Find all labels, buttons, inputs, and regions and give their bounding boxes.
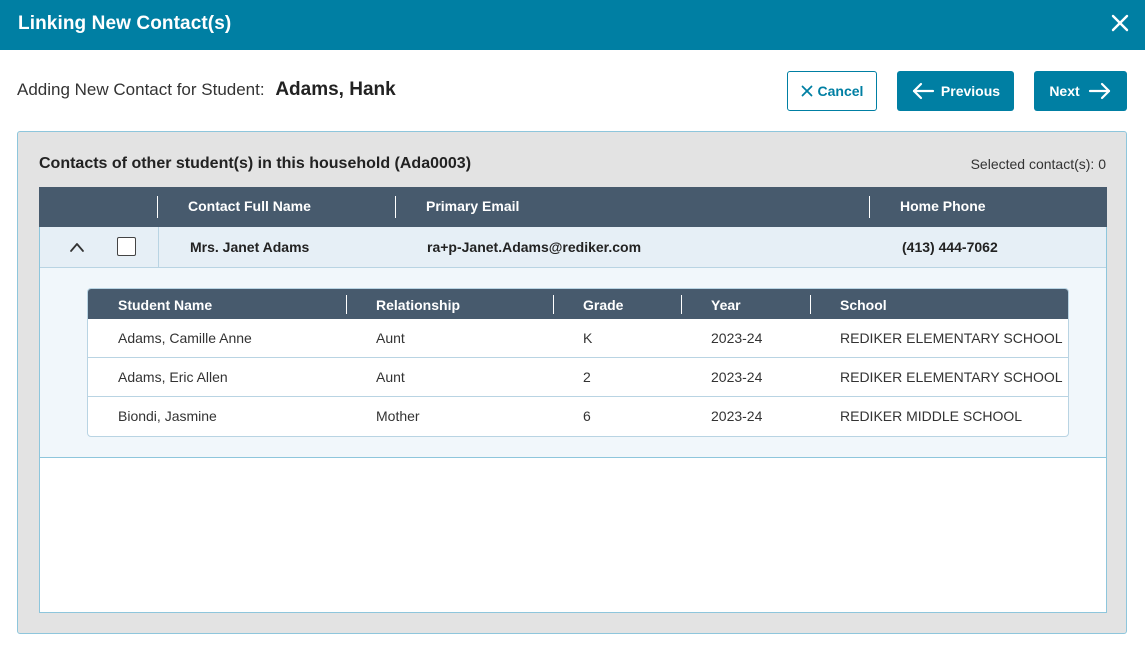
grade-cell: 6 (583, 408, 591, 424)
panel-title: Contacts of other student(s) in this hou… (39, 155, 472, 172)
contacts-grid-header: Contact Full Name Primary Email Home Pho… (39, 187, 1107, 227)
school-cell: REDIKER ELEMENTARY SCHOOL (840, 330, 1063, 346)
relationship-cell: Aunt (376, 330, 405, 346)
column-header-contact-name[interactable]: Contact Full Name (188, 198, 311, 214)
close-icon[interactable] (1109, 12, 1131, 34)
school-cell: REDIKER ELEMENTARY SCHOOL (840, 369, 1063, 385)
column-separator (395, 196, 396, 218)
previous-label: Previous (940, 83, 1001, 99)
contact-home-phone: (413) 444-7062 (902, 239, 998, 255)
dialog-titlebar: Linking New Contact(s) (0, 0, 1145, 50)
contact-full-name: Mrs. Janet Adams (190, 239, 310, 255)
column-header-school[interactable]: School (840, 297, 887, 313)
student-name-cell: Adams, Camille Anne (118, 330, 252, 346)
grade-cell: K (583, 330, 593, 346)
student-header: Adding New Contact for Student: Adams, H… (17, 79, 396, 101)
contacts-grid: Contact Full Name Primary Email Home Pho… (39, 187, 1107, 613)
household-contacts-panel: Contacts of other student(s) in this hou… (17, 131, 1127, 634)
previous-button[interactable]: Previous (897, 71, 1014, 111)
column-separator (869, 196, 870, 218)
next-button[interactable]: Next (1034, 71, 1127, 111)
relationship-cell: Mother (376, 408, 420, 424)
column-separator (681, 295, 682, 314)
relationship-cell: Aunt (376, 369, 405, 385)
table-row: Biondi, Jasmine Mother 6 2023-24 REDIKER… (88, 397, 1068, 436)
column-header-year[interactable]: Year (711, 297, 741, 313)
student-name-cell: Adams, Eric Allen (118, 369, 228, 385)
next-label: Next (1049, 83, 1080, 99)
column-separator (158, 227, 159, 267)
column-header-home-phone[interactable]: Home Phone (900, 198, 986, 214)
arrow-right-icon (1088, 82, 1110, 100)
column-header-grade[interactable]: Grade (583, 297, 623, 313)
contact-select-checkbox[interactable] (117, 237, 136, 256)
cancel-button[interactable]: Cancel (787, 71, 877, 111)
arrow-left-icon (912, 82, 935, 100)
grade-cell: 2 (583, 369, 591, 385)
dialog-title: Linking New Contact(s) (18, 13, 232, 34)
linked-students-header: Student Name Relationship Grade Year Sch… (88, 289, 1068, 319)
year-cell: 2023-24 (711, 330, 763, 346)
column-header-primary-email[interactable]: Primary Email (426, 198, 519, 214)
student-name-cell: Biondi, Jasmine (118, 408, 217, 424)
table-row: Adams, Camille Anne Aunt K 2023-24 REDIK… (88, 319, 1068, 358)
column-separator (346, 295, 347, 314)
chevron-up-icon[interactable] (69, 240, 85, 254)
column-header-relationship[interactable]: Relationship (376, 297, 460, 313)
contact-primary-email: ra+p-Janet.Adams@rediker.com (427, 239, 642, 255)
column-separator (553, 295, 554, 314)
column-separator (157, 196, 158, 218)
year-cell: 2023-24 (711, 408, 763, 424)
table-row: Adams, Eric Allen Aunt 2 2023-24 REDIKER… (88, 358, 1068, 397)
school-cell: REDIKER MIDDLE SCHOOL (840, 408, 1023, 424)
column-separator (810, 295, 811, 314)
student-name: Adams, Hank (275, 79, 396, 100)
x-icon (801, 85, 812, 97)
student-prompt: Adding New Contact for Student: (17, 80, 265, 99)
column-header-student-name[interactable]: Student Name (118, 297, 212, 313)
linked-students-table: Student Name Relationship Grade Year Sch… (87, 288, 1069, 437)
year-cell: 2023-24 (711, 369, 763, 385)
contact-row[interactable]: Mrs. Janet Adams ra+p-Janet.Adams@redike… (40, 227, 1106, 268)
cancel-label: Cancel (817, 83, 864, 99)
contact-detail-expanded: Student Name Relationship Grade Year Sch… (40, 268, 1106, 458)
selected-count: Selected contact(s): 0 (970, 156, 1106, 172)
